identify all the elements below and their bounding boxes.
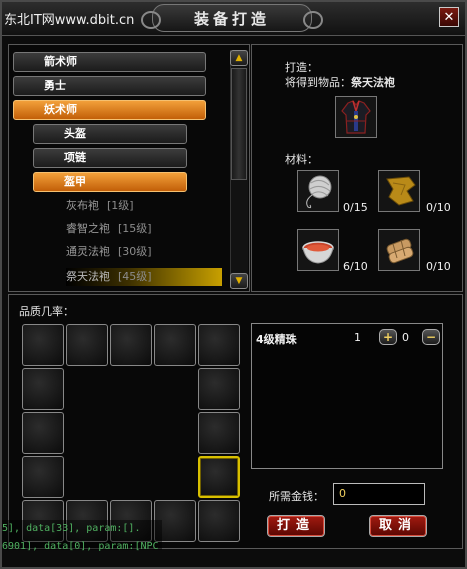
window-title: 装备打造 [193, 9, 270, 28]
category-warrior[interactable]: 勇士 [13, 76, 206, 96]
craft-heading: 打造： [285, 61, 318, 74]
recipe-item-selected[interactable]: 祭天法袍 [45级] [66, 268, 222, 286]
quality-entry-count: 1 [354, 331, 361, 344]
gem-slot-highlighted[interactable] [198, 456, 240, 498]
leather-scrap-icon [386, 176, 416, 206]
recipe-item-level: [30级] [118, 245, 152, 258]
robe-icon [341, 100, 371, 134]
log-line: 5], data[33], param:[]. [2, 523, 141, 534]
recipe-item[interactable]: 灰布袍 [1级] [66, 197, 134, 215]
material-quantity: 0/10 [426, 260, 451, 273]
thread-ball-icon [306, 175, 332, 209]
quality-entry-name: 4级精珠 [256, 333, 297, 346]
result-line: 将得到物品：祭天法袍 [285, 74, 395, 90]
gem-slot[interactable] [198, 324, 240, 366]
close-button[interactable]: ✕ [439, 7, 459, 27]
material-slot[interactable] [297, 229, 339, 271]
title-bar[interactable]: 东北IT网www.dbit.cn 装备打造 ✕ [2, 2, 465, 36]
cloth-bundle-icon [386, 238, 414, 264]
gem-slot[interactable] [22, 324, 64, 366]
recipe-item-level: [45级] [118, 270, 152, 283]
subcategory-armor[interactable]: 盔甲 [33, 172, 187, 192]
materials-label: 材料： [285, 153, 318, 166]
category-archer[interactable]: 箭术师 [13, 52, 206, 72]
money-field[interactable]: 0 [333, 483, 425, 505]
recipe-item-level: [15级] [118, 222, 152, 235]
increase-button[interactable]: + [379, 329, 397, 345]
gem-slot[interactable] [110, 324, 152, 366]
result-item-name: 祭天法袍 [351, 76, 395, 89]
subcategory-helmet[interactable]: 头盔 [33, 124, 187, 144]
gem-slot[interactable] [66, 324, 108, 366]
scroll-thumb[interactable] [231, 68, 247, 180]
recipe-item[interactable]: 睿智之袍 [15级] [66, 220, 152, 238]
money-label: 所需金钱： [269, 490, 324, 503]
quality-entry-value: 0 [402, 331, 409, 344]
gem-slot[interactable] [198, 368, 240, 410]
scroll-up-button[interactable]: ▲ [230, 50, 248, 66]
crafting-window: 东北IT网www.dbit.cn 装备打造 ✕ 箭术师 勇士 妖术师 头盔 项链… [0, 0, 467, 569]
gem-slot[interactable] [198, 412, 240, 454]
material-slot[interactable] [378, 229, 420, 271]
cancel-button[interactable]: 取消 [369, 515, 427, 537]
gem-slot[interactable] [22, 456, 64, 498]
dye-bowl-icon [302, 241, 334, 264]
gem-slot[interactable] [154, 324, 196, 366]
result-prefix: 将得到物品： [285, 76, 351, 89]
material-quantity: 6/10 [343, 260, 368, 273]
material-quantity: 0/15 [343, 201, 368, 214]
quality-label: 品质几率： [19, 305, 74, 318]
decrease-button[interactable]: − [422, 329, 440, 345]
recipe-item-name: 睿智之袍 [66, 222, 110, 235]
category-sorcerer[interactable]: 妖术师 [13, 100, 206, 120]
log-line: 6901], data[0], param:[NPC [2, 541, 159, 552]
recipe-item-level: [1级] [107, 199, 134, 212]
material-slot[interactable] [378, 170, 420, 212]
recipe-item-name: 灰布袍 [66, 199, 99, 212]
recipe-item-name: 祭天法袍 [66, 270, 110, 283]
material-slot[interactable] [297, 170, 339, 212]
craft-button[interactable]: 打造 [267, 515, 325, 537]
title-plaque: 装备打造 [141, 4, 323, 32]
recipe-item-name: 通灵法袍 [66, 245, 110, 258]
watermark-text: 东北IT网www.dbit.cn [4, 13, 135, 28]
gem-slot[interactable] [22, 368, 64, 410]
scroll-down-button[interactable]: ▼ [230, 273, 248, 289]
subcategory-necklace[interactable]: 项链 [33, 148, 187, 168]
gem-slot[interactable] [198, 500, 240, 542]
result-item-slot[interactable] [335, 96, 377, 138]
material-quantity: 0/10 [426, 201, 451, 214]
gem-slot[interactable] [22, 412, 64, 454]
recipe-item[interactable]: 通灵法袍 [30级] [66, 243, 152, 261]
